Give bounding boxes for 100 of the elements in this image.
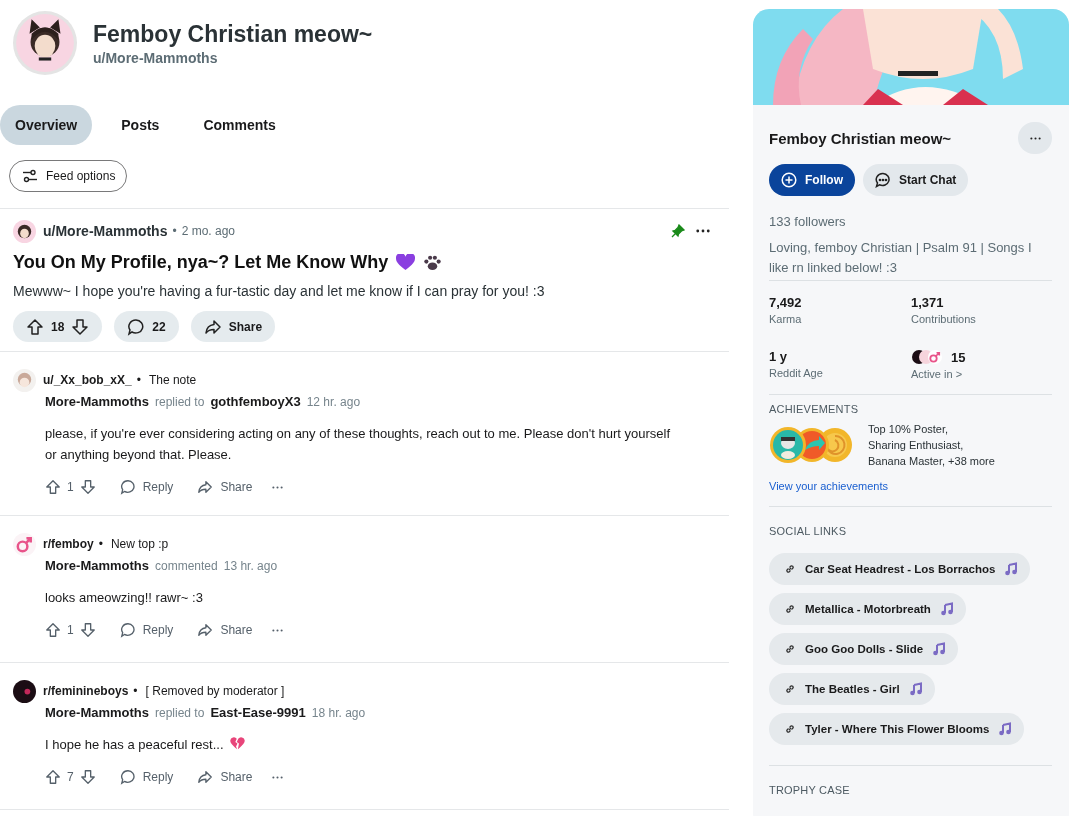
post-context-title[interactable]: [ Removed by moderator ] <box>145 684 285 698</box>
comment-time: 12 hr. ago <box>306 395 361 409</box>
avatar <box>13 11 77 75</box>
post-title[interactable]: You On My Profile, nya~? Let Me Know Why <box>13 252 389 273</box>
ellipsis-icon <box>272 775 284 779</box>
share-arrow-icon <box>197 622 214 638</box>
comment-source[interactable]: u/_Xx_bob_xX_ <box>43 373 132 387</box>
tab[interactable]: Posts <box>106 105 175 145</box>
post-body: Mewww~ I hope you're having a fur-tastic day and let me know if I can pray for you! :3 <box>13 283 546 299</box>
speech-bubble-icon <box>119 622 136 638</box>
post-author[interactable]: u/More-Mammoths <box>43 223 168 239</box>
post-time: 2 mo. ago <box>181 224 236 238</box>
comments-button[interactable]: 22 <box>114 311 179 342</box>
follower-count: 133 followers <box>769 214 847 229</box>
start-chat-button[interactable]: Start Chat <box>863 164 969 196</box>
share-button[interactable]: Share <box>197 622 253 638</box>
tab[interactable]: Overview <box>0 105 93 145</box>
reply-target[interactable]: East-Ease-9991 <box>210 705 306 720</box>
music-note-icon <box>939 602 954 616</box>
share-arrow-icon <box>197 769 214 785</box>
ellipsis-icon <box>1029 136 1041 140</box>
post-context-title[interactable]: The note <box>148 373 197 387</box>
profile-bio: Loving, femboy Christian | Psalm 91 | Songs I like rn linked below! :3 <box>769 238 1052 281</box>
section-heading: SOCIAL LINKS <box>769 525 848 537</box>
achievement-text: Sharing Enthusiast, <box>868 438 965 453</box>
social-link[interactable]: Car Seat Headrest - Los Borrachos <box>769 553 1031 585</box>
community-avatar <box>13 679 36 703</box>
paw-icon <box>423 254 443 271</box>
ellipsis-icon <box>272 628 284 632</box>
link-icon <box>784 603 796 615</box>
broken-heart-icon <box>229 737 245 750</box>
stat-label: Contributions <box>911 313 977 325</box>
speech-bubble-icon <box>127 317 146 336</box>
upvote-icon[interactable] <box>45 622 61 638</box>
bullet: • <box>133 684 138 698</box>
downvote-icon[interactable] <box>79 622 96 638</box>
link-icon <box>784 683 796 695</box>
comment-source[interactable]: r/femboy <box>43 537 94 551</box>
comment-source[interactable]: r/feminineboys <box>43 684 129 698</box>
reply-button[interactable]: Reply <box>119 479 174 495</box>
vote-count: 7 <box>67 770 74 784</box>
upvote-icon[interactable] <box>45 769 61 785</box>
link-icon <box>784 723 796 735</box>
music-note-icon <box>1004 562 1019 576</box>
share-arrow-icon <box>203 317 222 336</box>
upvote-icon[interactable] <box>45 479 61 495</box>
male-sign-icon <box>13 532 36 556</box>
ellipsis-icon <box>272 485 284 489</box>
community-icons <box>911 349 945 365</box>
stat-label: Karma <box>769 313 803 325</box>
comment-body: looks ameowzing!! rawr~ :3 <box>45 589 204 607</box>
reply-button[interactable]: Reply <box>119 769 174 785</box>
bullet: • <box>136 373 141 387</box>
social-link[interactable]: The Beatles - Girl <box>769 673 935 705</box>
social-link[interactable]: Goo Goo Dolls - Slide <box>769 633 959 665</box>
comment-action: commented <box>155 559 218 573</box>
social-link[interactable]: Metallica - Motorbreath <box>769 593 966 625</box>
comment-author[interactable]: More-Mammoths <box>45 558 149 573</box>
music-note-icon <box>932 642 947 656</box>
downvote-icon[interactable] <box>79 479 96 495</box>
ellipsis-icon <box>696 229 710 233</box>
social-link[interactable]: Tyler - Where This Flower Blooms <box>769 713 1025 745</box>
stat-value: 15 <box>951 349 966 365</box>
stat-value: 7,492 <box>769 295 802 310</box>
follow-button[interactable]: Follow <box>769 164 855 196</box>
speech-bubble-icon <box>119 479 136 495</box>
stat-value: 1 y <box>769 349 788 364</box>
post-context-title[interactable]: New top :p <box>110 537 169 551</box>
avatar <box>13 219 36 243</box>
view-achievements-link[interactable]: View your achievements <box>769 480 889 492</box>
stat-label[interactable]: Active in > <box>911 368 1052 380</box>
achievement-text: Top 10% Poster, <box>868 422 950 437</box>
comment-author[interactable]: More-Mammoths <box>45 394 149 409</box>
share-button[interactable]: Share <box>197 479 253 495</box>
downvote-icon[interactable] <box>79 769 96 785</box>
reply-button[interactable]: Reply <box>119 622 174 638</box>
link-icon <box>784 563 796 575</box>
bullet: • <box>172 224 177 238</box>
share-button[interactable]: Share <box>197 769 253 785</box>
avatar <box>13 368 36 392</box>
vote-count: 1 <box>67 623 74 637</box>
feed-options-button[interactable]: Feed options <box>9 160 128 192</box>
profile-name: Femboy Christian meow~ <box>769 129 952 147</box>
comment-author[interactable]: More-Mammoths <box>45 705 149 720</box>
speech-bubble-icon <box>119 769 136 785</box>
plus-circle-icon <box>781 172 797 188</box>
share-button[interactable]: Share <box>190 311 276 342</box>
comment-time: 13 hr. ago <box>223 559 278 573</box>
profile-name: Femboy Christian meow~ <box>93 20 373 48</box>
reply-target[interactable]: gothfemboyX3 <box>210 394 301 409</box>
comment-time: 18 hr. ago <box>311 706 366 720</box>
upvote-icon[interactable] <box>26 317 44 336</box>
chat-icon <box>875 172 891 188</box>
vote-count: 18 <box>51 319 65 334</box>
stat-label: Reddit Age <box>769 367 824 379</box>
downvote-icon[interactable] <box>71 317 90 336</box>
comment-body: please, if you're ever considering acting on any of these thoughts, reach out to me. Please don't hurt yourself or anything beyond that. Please. <box>45 425 671 464</box>
section-heading: ACHIEVEMENTS <box>769 403 860 415</box>
tab[interactable]: Comments <box>188 105 291 145</box>
section-heading: TROPHY CASE <box>769 784 851 796</box>
